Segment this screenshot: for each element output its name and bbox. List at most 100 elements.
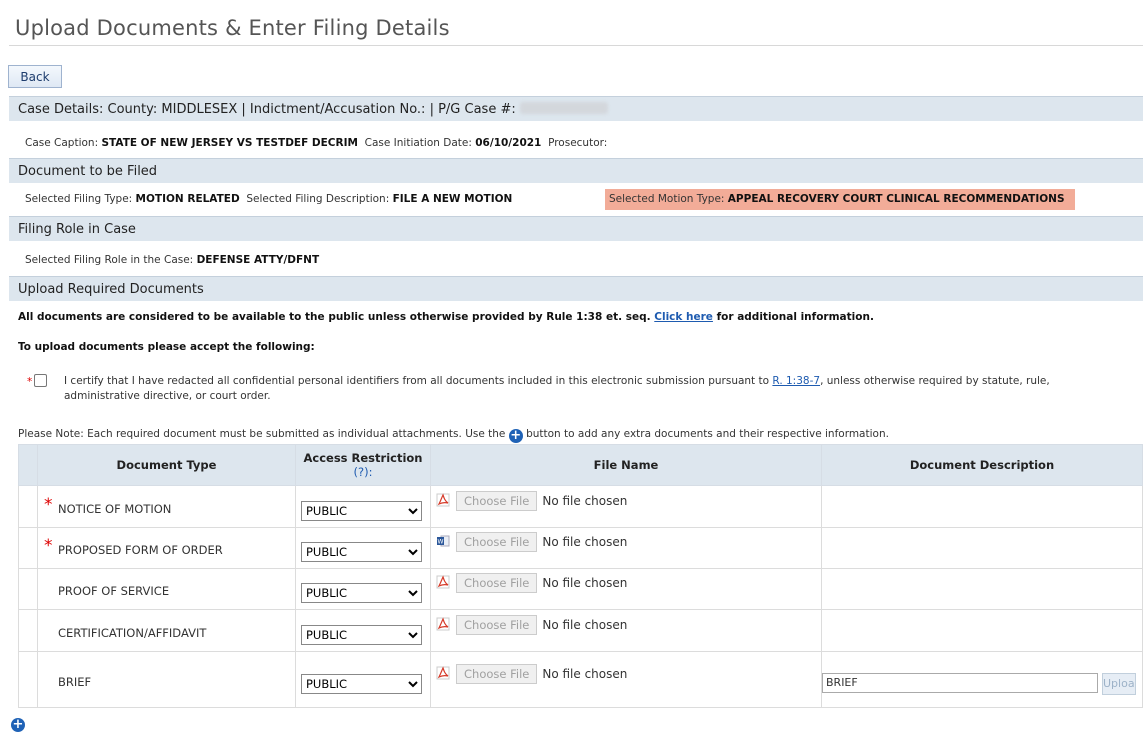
document-description-cell: Upload <box>821 651 1143 708</box>
document-type-cell: PROOF OF SERVICE <box>37 568 296 610</box>
no-file-chosen-label: No file chosen <box>542 535 628 549</box>
note-text-after: button to add any extra documents and th… <box>526 428 889 440</box>
choose-file-button[interactable]: Choose File <box>456 614 538 635</box>
document-type-label: CERTIFICATION/AFFIDAVIT <box>58 625 207 640</box>
case-caption-value: STATE OF NEW JERSEY VS TESTDEF DECRIM <box>101 137 358 149</box>
filing-desc-label: Selected Filing Description: <box>246 193 390 205</box>
add-document-button[interactable]: + <box>11 711 25 732</box>
no-file-chosen-label: No file chosen <box>542 576 628 590</box>
case-initiation-label: Case Initiation Date: <box>364 137 472 149</box>
header-access-label: Access Restriction <box>303 451 423 465</box>
case-details-header-text: Case Details: County: MIDDLESEX | Indict… <box>18 102 516 117</box>
add-icon: + <box>11 717 25 732</box>
no-file-chosen-label: No file chosen <box>542 617 628 632</box>
case-details-header: Case Details: County: MIDDLESEX | Indict… <box>9 96 1143 121</box>
add-icon: + <box>508 428 523 443</box>
access-restriction-select[interactable]: PUBLIC <box>301 673 422 694</box>
access-restriction-select[interactable]: PUBLIC <box>301 542 422 562</box>
filing-role-line: Selected Filing Role in the Case: DEFENS… <box>25 254 319 266</box>
file-name-cell: Choose File No file chosen <box>430 568 822 610</box>
header-document-type: Document Type <box>37 444 296 486</box>
access-restriction-select[interactable]: PUBLIC <box>301 624 422 645</box>
table-row: * PROPOSED FORM OF ORDER PUBLIC W Choose Fil… <box>18 527 1143 569</box>
redacted-case-number <box>519 102 608 114</box>
filing-type-line: Selected Filing Type: MOTION RELATED Sel… <box>25 193 512 205</box>
document-type-cell: CERTIFICATION/AFFIDAVIT <box>37 609 296 652</box>
pdf-icon <box>431 492 456 508</box>
word-icon: W <box>431 535 456 549</box>
choose-file-button[interactable]: Choose File <box>456 573 538 593</box>
access-restriction-select[interactable]: PUBLIC <box>301 583 422 603</box>
access-cell: PUBLIC <box>295 568 431 610</box>
choose-file-button[interactable]: Choose File <box>456 663 538 684</box>
choose-file-button[interactable]: Choose File <box>456 490 538 511</box>
file-name-cell: Choose File No file chosen <box>430 485 822 528</box>
row-spacer <box>18 568 38 610</box>
header-document-description: Document Description <box>821 444 1143 486</box>
case-initiation-value: 06/10/2021 <box>475 137 542 149</box>
table-header-row: Document Type Access Restriction (?): Fi… <box>18 444 1143 486</box>
documents-table: Document Type Access Restriction (?): Fi… <box>18 444 1143 708</box>
accept-instructions: To upload documents please accept the fo… <box>18 341 315 353</box>
no-file-chosen-label: No file chosen <box>542 666 628 681</box>
public-notice-text: All documents are considered to be avail… <box>18 311 651 323</box>
prosecutor-label: Prosecutor: <box>548 137 608 149</box>
document-to-be-filed-header: Document to be Filed <box>9 158 1143 183</box>
case-caption-line: Case Caption: STATE OF NEW JERSEY VS TES… <box>25 137 607 149</box>
motion-type-value: APPEAL RECOVERY COURT CLINICAL RECOMMEND… <box>727 193 1065 205</box>
access-cell: PUBLIC <box>295 651 431 708</box>
filing-type-value: MOTION RELATED <box>135 193 240 205</box>
rule-link[interactable]: R. 1:38-7 <box>772 375 820 387</box>
header-access-restriction: Access Restriction (?): <box>295 444 431 486</box>
filing-role-value: DEFENSE ATTY/DFNT <box>196 254 320 266</box>
document-description-input[interactable] <box>822 672 1098 693</box>
choose-file-button[interactable]: Choose File <box>456 532 538 552</box>
header-spacer <box>18 444 38 486</box>
document-type-cell: * NOTICE OF MOTION <box>37 485 296 528</box>
pdf-icon <box>431 665 456 681</box>
document-type-label: NOTICE OF MOTION <box>58 501 172 516</box>
table-row: BRIEF PUBLIC Choose File No file chosen Uplo… <box>18 651 1143 708</box>
case-caption-label: Case Caption: <box>25 137 99 149</box>
required-asterisk: * <box>27 376 33 388</box>
svg-text:W: W <box>438 539 444 546</box>
click-here-link[interactable]: Click here <box>654 311 713 323</box>
certification-text: I certify that I have redacted all confi… <box>64 374 1074 404</box>
no-file-chosen-label: No file chosen <box>542 493 628 508</box>
table-row: * NOTICE OF MOTION PUBLIC Choose File No fil… <box>18 485 1143 528</box>
document-type-label: BRIEF <box>58 674 92 689</box>
required-asterisk: * <box>44 494 53 515</box>
access-restriction-select[interactable]: PUBLIC <box>301 500 422 521</box>
motion-type-box: Selected Motion Type: APPEAL RECOVERY CO… <box>605 189 1075 210</box>
title-divider <box>9 45 1143 46</box>
public-notice: All documents are considered to be avail… <box>18 311 874 323</box>
access-cell: PUBLIC <box>295 527 431 569</box>
certify-checkbox[interactable] <box>34 374 48 387</box>
access-help-link[interactable]: (?): <box>296 465 430 479</box>
row-spacer <box>18 651 38 708</box>
cert-text-before: I certify that I have redacted all confi… <box>64 375 770 387</box>
row-spacer <box>18 527 38 569</box>
motion-type-label: Selected Motion Type: <box>609 193 725 205</box>
document-description-cell <box>821 527 1143 569</box>
public-notice-after: for additional information. <box>716 311 874 323</box>
required-asterisk: * <box>44 536 53 556</box>
table-row: PROOF OF SERVICE PUBLIC Choose File No file… <box>18 568 1143 610</box>
document-type-cell: * PROPOSED FORM OF ORDER <box>37 527 296 569</box>
certification-row: * I certify that I have redacted all con… <box>27 374 1050 402</box>
row-spacer <box>18 609 38 652</box>
file-name-cell: Choose File No file chosen <box>430 609 822 652</box>
access-cell: PUBLIC <box>295 485 431 528</box>
pdf-icon <box>431 575 456 590</box>
document-type-label: PROOF OF SERVICE <box>58 584 170 598</box>
document-description-cell <box>821 485 1143 528</box>
upload-button[interactable]: Upload <box>1102 672 1136 695</box>
pdf-icon <box>431 616 456 632</box>
back-button[interactable]: Back <box>8 65 62 88</box>
table-row: CERTIFICATION/AFFIDAVIT PUBLIC Choose File… <box>18 609 1143 652</box>
upload-required-header: Upload Required Documents <box>9 276 1143 301</box>
file-name-cell: Choose File No file chosen <box>430 651 822 708</box>
document-description-cell <box>821 568 1143 610</box>
row-spacer <box>18 485 38 528</box>
motion-type-highlight: Selected Motion Type: APPEAL RECOVERY CO… <box>603 189 1075 210</box>
